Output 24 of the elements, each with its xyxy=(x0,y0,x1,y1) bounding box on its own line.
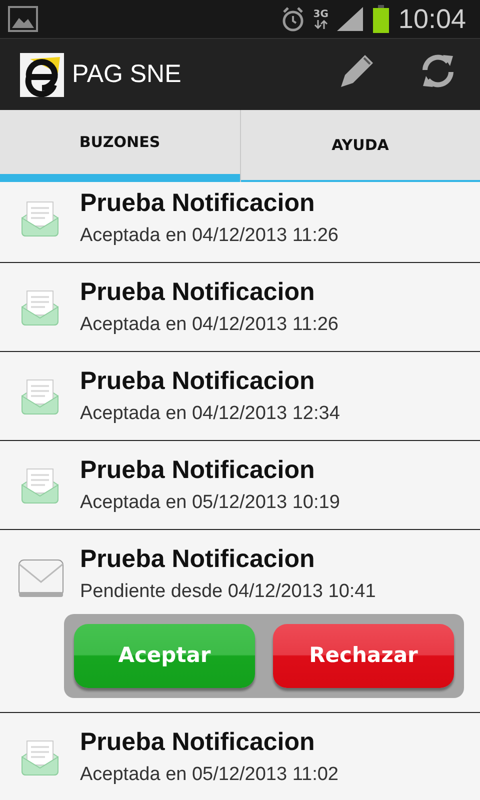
notification-title: Prueba Notificacion xyxy=(80,729,316,756)
gallery-icon xyxy=(8,6,38,32)
notification-title: Prueba Notificacion xyxy=(80,457,316,484)
tab[interactable]: BUZONES xyxy=(0,110,240,174)
alarm-icon xyxy=(281,6,306,32)
tab[interactable]: AYUDA xyxy=(240,110,480,180)
notification-status: Aceptada en 04/12/2013 11:26 xyxy=(80,312,340,336)
signal-icon xyxy=(336,6,364,32)
status-time: 10:04 xyxy=(398,6,466,32)
notification-status: Aceptada en 05/12/2013 11:02 xyxy=(80,762,340,786)
notification-status: Aceptada en 04/12/2013 12:34 xyxy=(80,402,341,426)
notification-title: Prueba Notificacion xyxy=(80,368,316,396)
notification-title: Prueba Notificacion xyxy=(80,279,316,306)
data-arrows-icon xyxy=(314,20,328,28)
network-label: 3G xyxy=(313,10,328,20)
reject-button[interactable]: Rechazar xyxy=(273,624,454,688)
notification-title: Prueba Notificacion xyxy=(80,546,316,574)
app-title: PAG SNE xyxy=(72,58,182,90)
app-logo-icon xyxy=(20,52,64,96)
notification-status: Aceptada en 05/12/2013 10:19 xyxy=(80,490,341,514)
battery-icon xyxy=(372,5,390,33)
notification-status: Pendiente desde 04/12/2013 10:41 xyxy=(80,580,377,604)
notification-title: Prueba Notificacion xyxy=(80,190,316,218)
notification-status: Aceptada en 04/12/2013 11:26 xyxy=(80,224,340,248)
